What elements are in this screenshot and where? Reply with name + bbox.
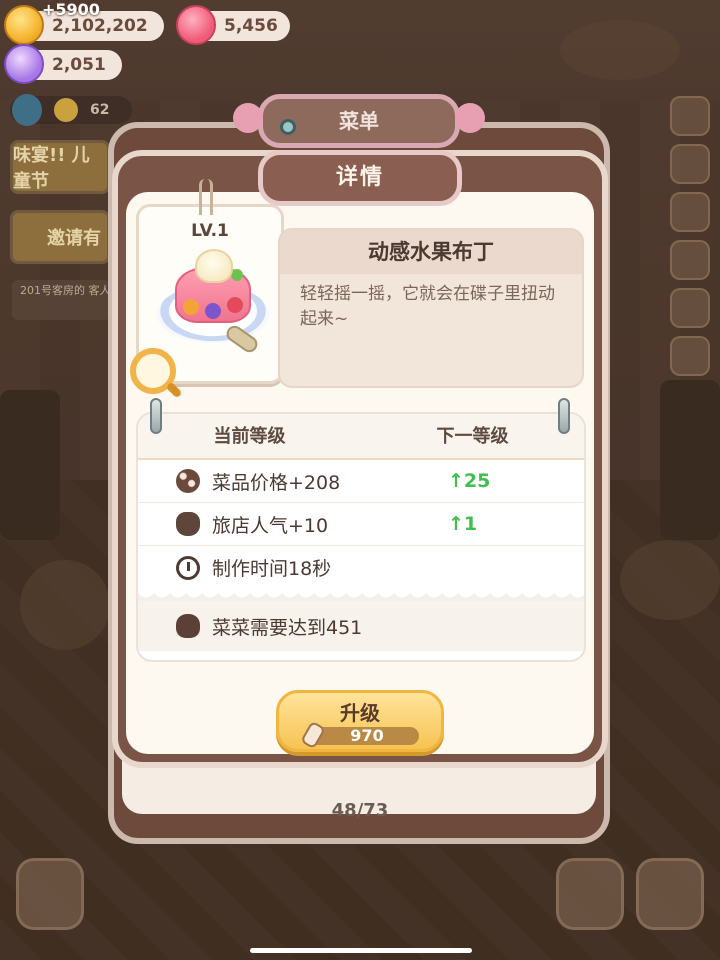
guest-notice: 201号客房的 客人准备退房 xyxy=(12,280,110,320)
stats-table: 当前等级 下一等级 菜品价格+208 ↑25 旅店人气+10 ↑1 制作时间18… xyxy=(136,412,586,662)
header-next-level: 下一等级 xyxy=(436,426,509,447)
stat-label: 制作时间18秒 xyxy=(212,558,332,580)
dish-description-box: 动感水果布丁 轻轻摇一摇，它就会在碟子里扭动起来~ xyxy=(278,228,584,388)
stat-next-value: ↑25 xyxy=(448,470,491,492)
requirement-row: 菜菜需要达到451 xyxy=(138,601,584,651)
water-drop-icon xyxy=(12,94,42,126)
heart-value: 5,456 xyxy=(224,16,278,36)
stat-row-price: 菜品价格+208 ↑25 xyxy=(138,460,584,503)
cream-topping xyxy=(195,249,233,283)
chef-hat-button[interactable] xyxy=(636,858,704,930)
back-button[interactable] xyxy=(16,858,84,930)
home-indicator[interactable] xyxy=(250,948,472,953)
stats-header: 当前等级 下一等级 xyxy=(138,414,584,460)
side-menu-button[interactable] xyxy=(670,192,710,232)
upgrade-button[interactable]: 升级 970 xyxy=(276,690,444,752)
side-menu-button[interactable] xyxy=(670,288,710,328)
side-menu-button[interactable] xyxy=(670,336,710,376)
gem-counter[interactable]: 2,051 xyxy=(4,44,122,84)
event-banner-label: 味宴!! 儿童节 xyxy=(13,145,90,192)
coin-gain-popup: +5900 xyxy=(42,0,100,19)
paper-clip-right xyxy=(558,398,570,434)
side-menu-button[interactable] xyxy=(670,240,710,280)
tab-wing-decoration xyxy=(233,103,263,133)
heart-counter[interactable]: 5,456 xyxy=(176,5,290,45)
tag-string xyxy=(199,179,213,215)
dish-name: 动感水果布丁 xyxy=(280,230,582,274)
menu-indicator-icon xyxy=(280,119,296,135)
side-menu-button[interactable] xyxy=(670,96,710,136)
dish-description: 轻轻摇一摇，它就会在碟子里扭动起来~ xyxy=(300,284,555,329)
gem-value: 2,051 xyxy=(52,55,106,75)
paper-clip-left xyxy=(150,398,162,434)
header-current-level: 当前等级 xyxy=(213,426,286,447)
detail-tab: 详情 xyxy=(258,150,462,206)
side-resource[interactable]: 62 xyxy=(10,94,132,126)
side-resource-value: 62 xyxy=(90,102,110,118)
invite-banner-label: 邀请有 xyxy=(47,228,101,249)
tab-wing-decoration xyxy=(455,103,485,133)
popularity-icon xyxy=(176,512,200,536)
requirement-label: 菜菜需要达到451 xyxy=(212,616,363,639)
coin-icon xyxy=(4,5,44,45)
side-menu-button[interactable] xyxy=(670,144,710,184)
stat-label: 菜品价格+208 xyxy=(212,471,341,494)
gem-icon xyxy=(4,44,44,84)
chick-icon xyxy=(54,98,78,122)
page-counter: 48/73 xyxy=(331,800,389,821)
kitchen-button[interactable] xyxy=(556,858,624,930)
stat-row-popularity: 旅店人气+10 ↑1 xyxy=(138,503,584,546)
fruit-strawberry xyxy=(227,297,243,313)
fruit-grape xyxy=(205,303,221,319)
event-banner[interactable]: 味宴!! 儿童节 xyxy=(10,140,110,194)
cookie-icon xyxy=(176,469,200,493)
magnifier-icon[interactable] xyxy=(130,348,176,394)
heart-icon xyxy=(176,5,216,45)
fruit-orange xyxy=(183,299,199,315)
stat-label: 旅店人气+10 xyxy=(212,514,329,537)
coin-value: 2,102,202 xyxy=(52,16,148,36)
upgrade-label: 升级 xyxy=(340,701,380,725)
clock-icon xyxy=(176,555,200,580)
stat-next-value: ↑1 xyxy=(448,513,478,535)
stat-row-time: 制作时间18秒 xyxy=(138,546,584,589)
dish-level: LV.1 xyxy=(191,221,229,241)
invite-banner[interactable]: 邀请有 xyxy=(10,210,110,264)
wave-divider xyxy=(138,589,584,601)
menu-tab-label: 菜单 xyxy=(339,109,379,133)
tree-icon xyxy=(176,614,200,638)
